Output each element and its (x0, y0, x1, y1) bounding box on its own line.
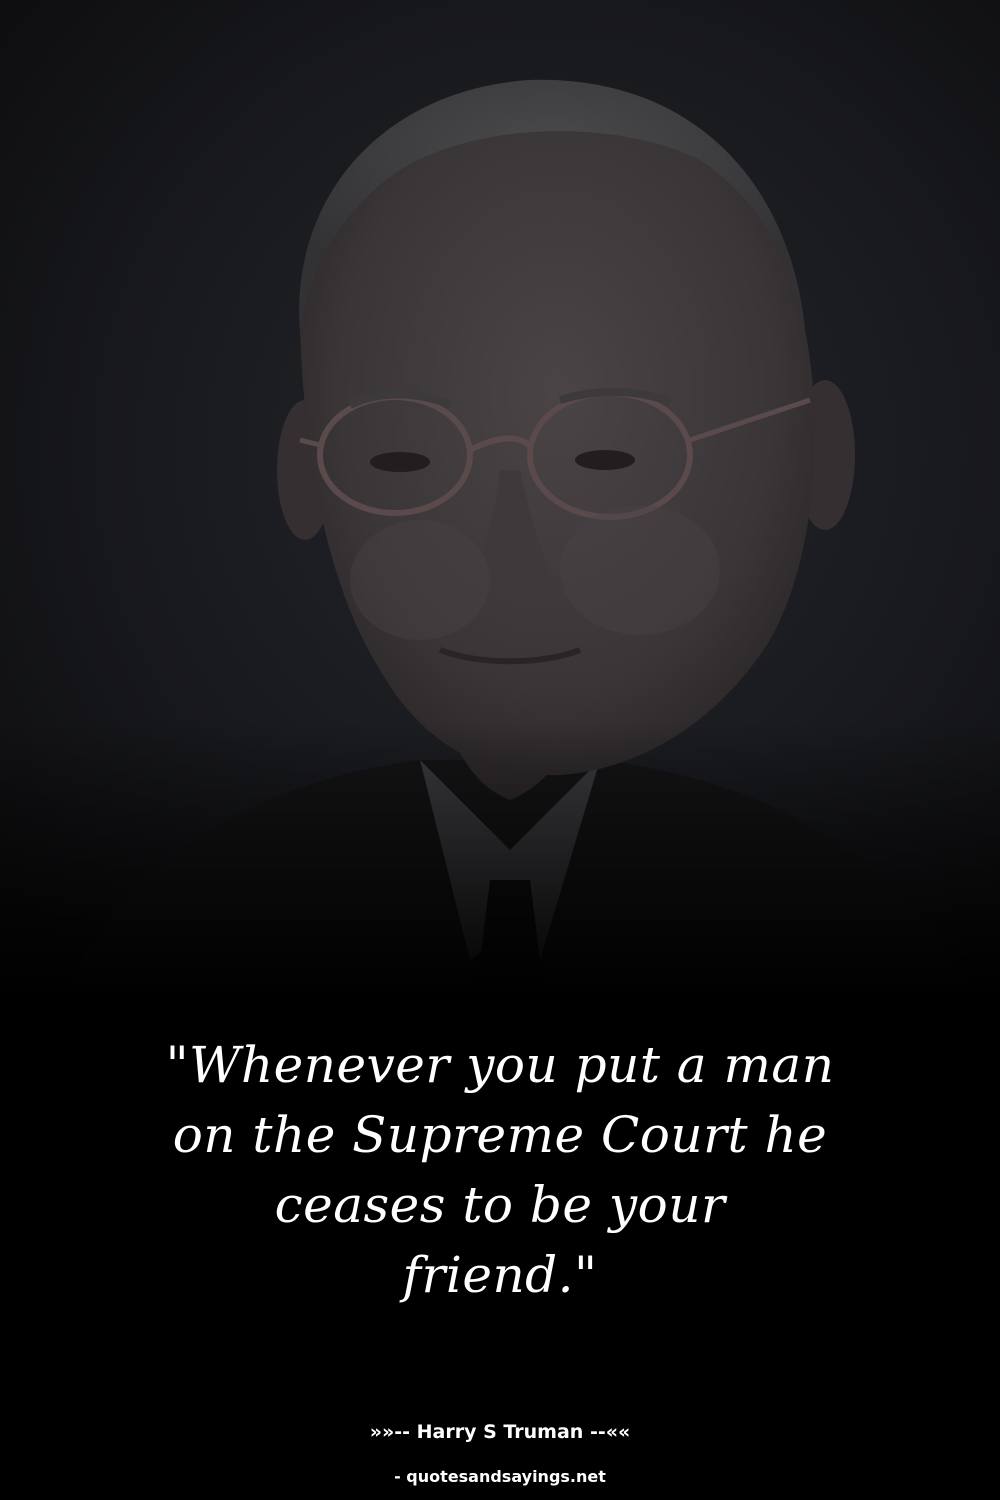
quote-line: ceases to be your (274, 1176, 726, 1234)
author-attribution: »»-- Harry S Truman --«« (369, 1421, 631, 1443)
quote-line: "Whenever you put a man (165, 1036, 835, 1094)
quote-text: "Whenever you put a man on the Supreme C… (100, 1030, 900, 1310)
quote-line: friend." (402, 1246, 598, 1304)
site-credit: - quotesandsayings.net (394, 1467, 606, 1486)
portrait-photo (0, 0, 1000, 1000)
quote-line: on the Supreme Court he (172, 1106, 828, 1164)
